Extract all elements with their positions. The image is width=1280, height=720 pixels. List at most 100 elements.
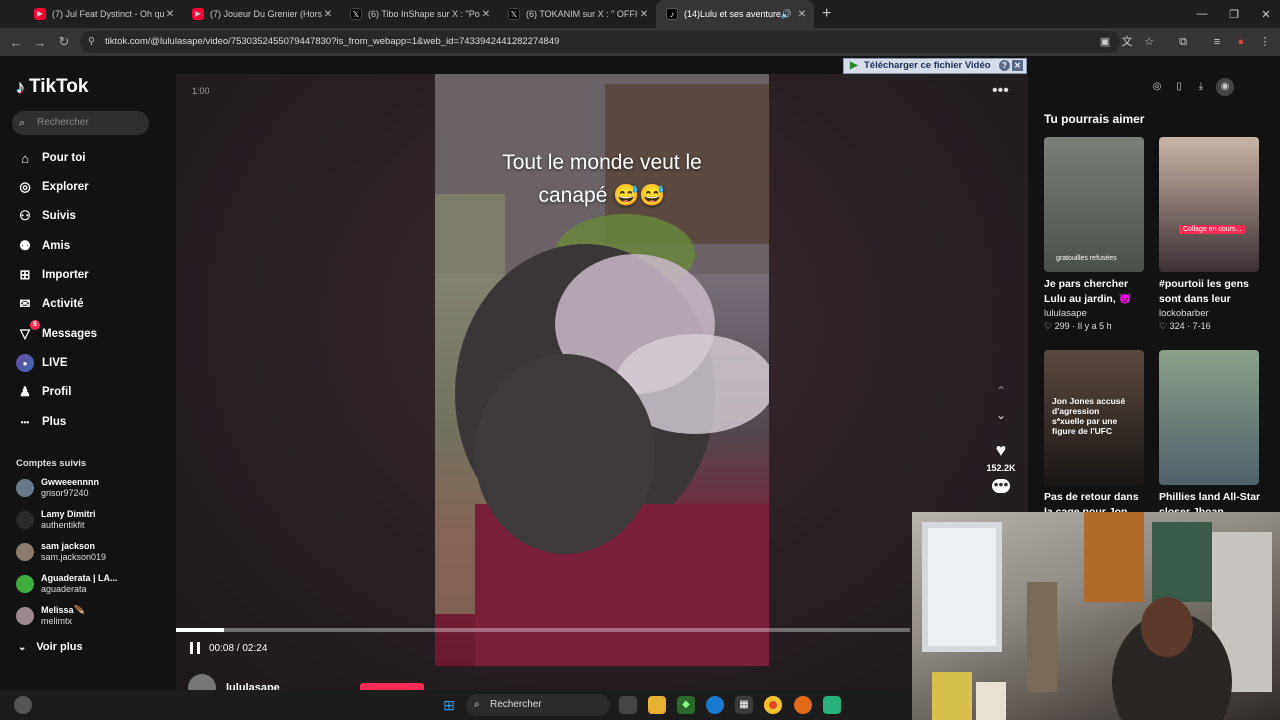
- weather-icon[interactable]: [14, 696, 32, 714]
- card-likes: 299: [1054, 321, 1070, 331]
- video-caption: Tout le monde veut le canapé 😅😅: [435, 146, 769, 212]
- store-icon[interactable]: ▦: [735, 696, 753, 714]
- card-thumbnail[interactable]: Jon Jones accusé d'agression s*xuelle pa…: [1044, 350, 1144, 485]
- browser-tab-2[interactable]: 𝕏 (6) Tibo InShape sur X : "Pour s✕: [340, 0, 498, 28]
- app-icon[interactable]: [823, 696, 841, 714]
- video-player-area[interactable]: 1:00 Tout le monde veut le canapé 😅😅 •••…: [176, 74, 1028, 702]
- new-tab-icon[interactable]: +: [814, 5, 839, 23]
- search-icon: ⌕: [19, 117, 26, 129]
- sidebar-item-label: Pour toi: [42, 152, 86, 164]
- video-progress-bar[interactable]: [176, 628, 910, 632]
- file-explorer-icon[interactable]: [648, 696, 666, 714]
- taskbar-search[interactable]: ⌕ Rechercher: [466, 694, 610, 716]
- reading-list-icon[interactable]: ≡: [1208, 33, 1226, 51]
- url-text: tiktok.com/@lululasape/video/75303524550…: [105, 36, 560, 47]
- close-banner-icon[interactable]: ✕: [1012, 60, 1023, 71]
- chrome-icon[interactable]: [764, 696, 782, 714]
- video-side-actions: ⌃ ⌄ ♥ 152.2K •••: [984, 384, 1018, 493]
- tiktok-logo[interactable]: ♪ TikTok: [16, 76, 88, 98]
- sidebar-item-label: Importer: [42, 269, 89, 281]
- video-frame[interactable]: Tout le monde veut le canapé 😅😅: [435, 74, 769, 666]
- browser-menu-icon[interactable]: ⋮: [1256, 33, 1274, 51]
- logo-text: TikTok: [29, 76, 89, 97]
- xbox-icon[interactable]: ◆: [677, 696, 695, 714]
- windows-start-icon[interactable]: ⊞: [440, 696, 458, 714]
- close-tab-icon[interactable]: ✕: [638, 9, 650, 20]
- profile-avatar-icon[interactable]: ●: [1232, 33, 1250, 51]
- followed-account[interactable]: Aguaderata | LA... aguaderata: [16, 573, 118, 595]
- card-likes: 324: [1169, 321, 1185, 331]
- card-thumbnail[interactable]: gratouilles refusées: [1044, 137, 1144, 272]
- sidebar-item-label: Explorer: [42, 181, 89, 193]
- more-options-icon[interactable]: •••: [992, 82, 1009, 100]
- speaker-icon[interactable]: 🔊: [781, 9, 792, 20]
- minimize-icon[interactable]: —: [1186, 0, 1218, 28]
- edge-icon[interactable]: [706, 696, 724, 714]
- close-tab-icon[interactable]: ✕: [164, 9, 176, 20]
- download-video-banner[interactable]: ▶ Télécharger ce fichier Vidéo ? ✕: [843, 58, 1027, 74]
- sidebar-item-importer[interactable]: ⊞ Importer: [16, 265, 89, 285]
- firefox-icon[interactable]: [794, 696, 812, 714]
- voir-plus-button[interactable]: ⌄ Voir plus: [18, 641, 83, 653]
- sidebar-item-plus[interactable]: ••• Plus: [16, 412, 67, 432]
- bookmark-star-icon[interactable]: ☆: [1140, 33, 1158, 51]
- cast-icon[interactable]: ▣: [1096, 33, 1114, 51]
- tab-title: (7) Joueur Du Grenier (Hors-sé: [210, 9, 322, 19]
- browser-tab-0[interactable]: ▶ (7) Jul Feat Dystinct - Oh qu'elle✕: [24, 0, 182, 28]
- heart-icon: ♡: [1159, 321, 1168, 331]
- close-tab-icon[interactable]: ✕: [796, 9, 808, 20]
- close-window-icon[interactable]: ✕: [1250, 0, 1280, 28]
- card-thumbnail[interactable]: Collage en cours...: [1159, 137, 1259, 272]
- task-view-icon[interactable]: [619, 696, 637, 714]
- search-icon: ⌕: [474, 699, 480, 710]
- browser-tab-4[interactable]: ♪ (14)Lulu et ses aventures su🔊 ✕: [656, 0, 814, 28]
- browser-tab-3[interactable]: 𝕏 (6) TOKANIM sur X : " OFFIC ✕: [498, 0, 656, 28]
- browser-tab-1[interactable]: ▶ (7) Joueur Du Grenier (Hors-sé✕: [182, 0, 340, 28]
- followed-account[interactable]: Gwweeennnn grisor97240: [16, 477, 99, 499]
- followed-account[interactable]: Melissa🪶 melimtx: [16, 605, 85, 627]
- recommendation-card[interactable]: Phillies land All-Star closer Jhoan Dura…: [1159, 350, 1261, 520]
- sidebar-item-amis[interactable]: ⚉ Amis: [16, 236, 70, 256]
- address-bar[interactable]: ⚲ tiktok.com/@lululasape/video/753035245…: [80, 31, 1120, 53]
- card-date: 7-16: [1192, 321, 1211, 331]
- chevron-down-icon: ⌄: [18, 641, 27, 653]
- sidebar-item-live[interactable]: ● LIVE: [16, 353, 68, 373]
- pause-icon[interactable]: [190, 642, 200, 654]
- extensions-icon[interactable]: ⧉: [1174, 33, 1192, 51]
- close-tab-icon[interactable]: ✕: [480, 9, 492, 20]
- sidebar-item-profil[interactable]: ♟ Profil: [16, 382, 71, 402]
- site-info-icon[interactable]: ⚲: [88, 31, 95, 53]
- help-icon[interactable]: ?: [999, 60, 1010, 71]
- comment-icon[interactable]: •••: [992, 477, 1010, 493]
- download-banner-label: Télécharger ce fichier Vidéo: [864, 60, 991, 71]
- download-icon[interactable]: ⤓: [1194, 80, 1208, 94]
- next-video-icon[interactable]: ⌄: [984, 408, 1018, 432]
- live-icon: ●: [16, 354, 34, 372]
- right-header-icons: ◎ ▯ ⤓ ◉: [1150, 78, 1234, 96]
- windows-taskbar: ⊞ ⌕ Rechercher ◆ ▦: [0, 690, 912, 720]
- translate-icon[interactable]: 文: [1118, 33, 1136, 51]
- followed-account[interactable]: sam jackson sam.jackson019: [16, 541, 106, 563]
- sidebar-item-suivis[interactable]: ⚇ Suivis: [16, 206, 76, 226]
- recommendation-card[interactable]: Collage en cours... #pourtoii les gens so…: [1159, 137, 1261, 332]
- sidebar-item-activit-[interactable]: ✉ Activité: [16, 294, 84, 314]
- coins-icon[interactable]: ◎: [1150, 80, 1164, 94]
- recommendation-card[interactable]: gratouilles refusées Je pars chercher Lul…: [1044, 137, 1146, 332]
- close-tab-icon[interactable]: ✕: [322, 9, 334, 20]
- sidebar-item-explorer[interactable]: ◎ Explorer: [16, 177, 89, 197]
- reload-icon[interactable]: ↻: [52, 34, 76, 50]
- recommendation-card[interactable]: Jon Jones accusé d'agression s*xuelle pa…: [1044, 350, 1146, 520]
- user-avatar-icon[interactable]: ◉: [1216, 78, 1234, 96]
- device-icon[interactable]: ▯: [1172, 80, 1186, 94]
- maximize-icon[interactable]: ❐: [1218, 0, 1250, 28]
- like-icon[interactable]: ♥: [984, 440, 1018, 461]
- forward-icon[interactable]: →: [28, 35, 52, 50]
- back-icon[interactable]: ←: [4, 35, 28, 50]
- search-input[interactable]: ⌕ Rechercher: [12, 111, 149, 135]
- previous-video-icon[interactable]: ⌃: [984, 384, 1018, 408]
- sidebar-item-pour-toi[interactable]: ⌂ Pour toi: [16, 148, 85, 168]
- card-thumbnail[interactable]: [1159, 350, 1259, 485]
- home-icon: ⌂: [21, 150, 29, 166]
- sidebar-item-messages[interactable]: ▽ 6 Messages: [16, 320, 97, 344]
- followed-account[interactable]: Lamy Dimitri authentikfit: [16, 509, 96, 531]
